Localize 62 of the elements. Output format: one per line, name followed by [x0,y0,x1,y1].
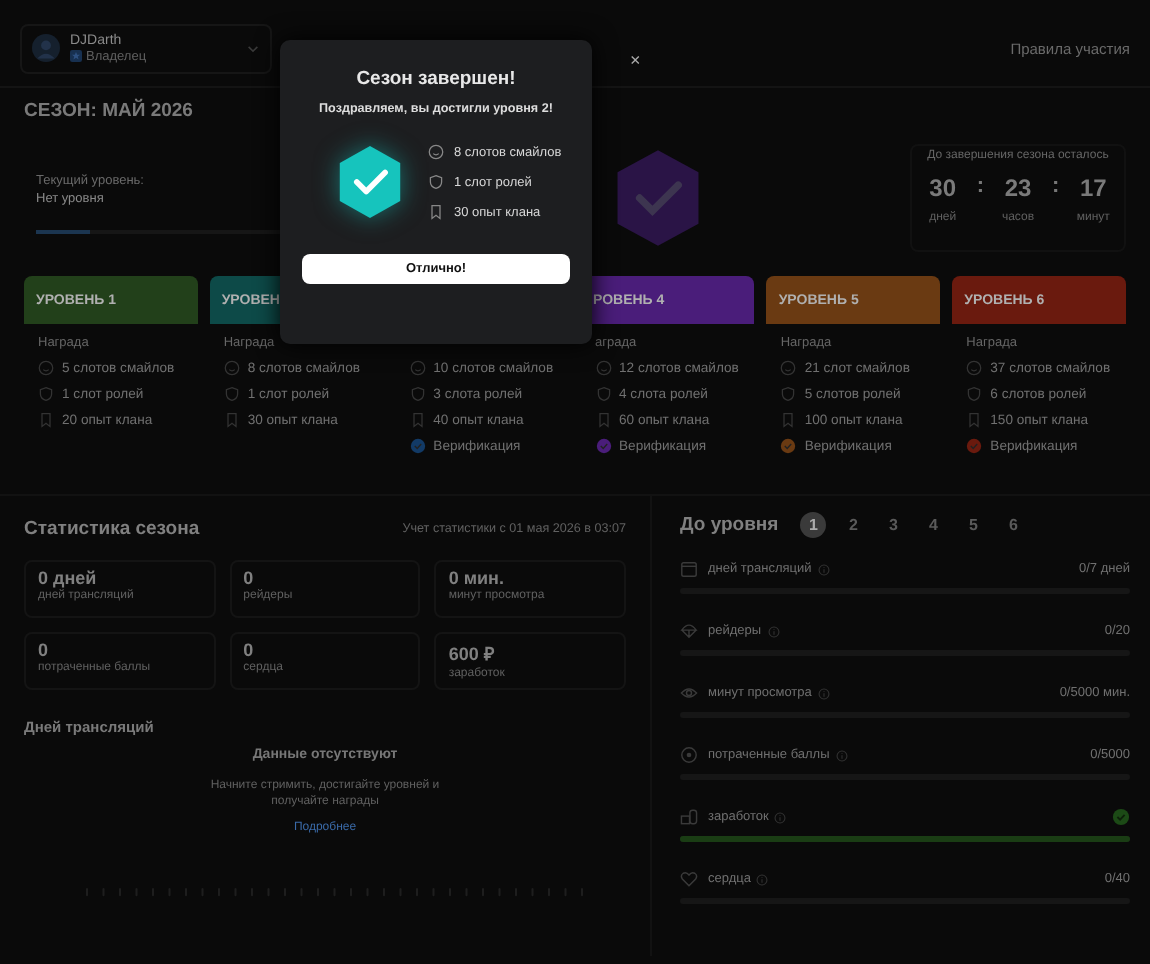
countdown-separator: : [1052,174,1060,198]
info-icon[interactable] [817,687,830,699]
level-step[interactable]: 5 [960,512,987,538]
shield-icon [780,386,797,402]
verified-badge-icon [780,438,797,454]
countdown-value: 17 [1079,174,1107,202]
star-icon [70,50,82,62]
info-icon[interactable] [756,873,769,885]
bookmark-icon [428,204,444,220]
smile-icon [38,360,54,376]
eye-icon [680,684,698,702]
calendar-icon [680,560,698,578]
smile-icon [223,360,240,376]
info-icon[interactable] [767,625,780,637]
coin-icon [680,746,698,764]
shield-icon [428,174,444,190]
bookmark-icon [780,412,797,428]
avatar-icon [32,34,60,62]
bookmark-icon [595,412,611,428]
info-icon[interactable] [774,811,787,823]
bookmark-icon [223,412,240,428]
stat-value: 600 ₽ [448,642,496,666]
smile-icon [409,360,426,376]
stat-value: 0 дней [38,568,99,588]
bookmark-icon [409,412,426,428]
level-step[interactable]: 6 [1000,512,1027,538]
stat-value: 0 мин. [448,568,506,588]
smile-icon [966,360,983,376]
stat-value: 0 [243,640,256,660]
dialog-title: Сезон завершен! [356,68,516,90]
close-button[interactable]: × [630,50,641,70]
check-hexagon-icon [336,144,404,220]
info-icon[interactable] [817,563,830,575]
smile-icon [780,360,797,376]
shield-icon [595,386,611,402]
shield-icon [409,386,426,402]
level-step[interactable]: 3 [880,512,907,538]
verified-badge-icon [595,438,611,454]
stat-value: 0 [243,568,256,588]
bookmark-icon [38,412,54,428]
level-step[interactable]: 1 [800,512,827,538]
stat-value: 0 [38,640,51,660]
info-icon[interactable] [835,749,848,761]
parachute-icon [680,622,698,640]
shield-icon [38,386,54,402]
verified-badge-icon [966,438,983,454]
stats-title: Статистика сезона [24,518,200,540]
shield-icon [223,386,240,402]
shield-icon [966,386,983,402]
bookmark-icon [966,412,983,428]
smile-icon [595,360,611,376]
level-step[interactable]: 2 [840,512,867,538]
progress-title: До уровня [680,514,779,536]
countdown-value: 30 [929,174,956,202]
smile-icon [428,144,444,160]
chevron-down-icon [246,41,260,55]
level-step[interactable]: 4 [920,512,947,538]
heart-icon [680,870,698,888]
countdown-value: 23 [1004,174,1032,202]
season-title: СЕЗОН: МАЙ 2026 [24,100,193,122]
money-stack-icon [680,808,698,826]
countdown-separator: : [976,174,984,198]
